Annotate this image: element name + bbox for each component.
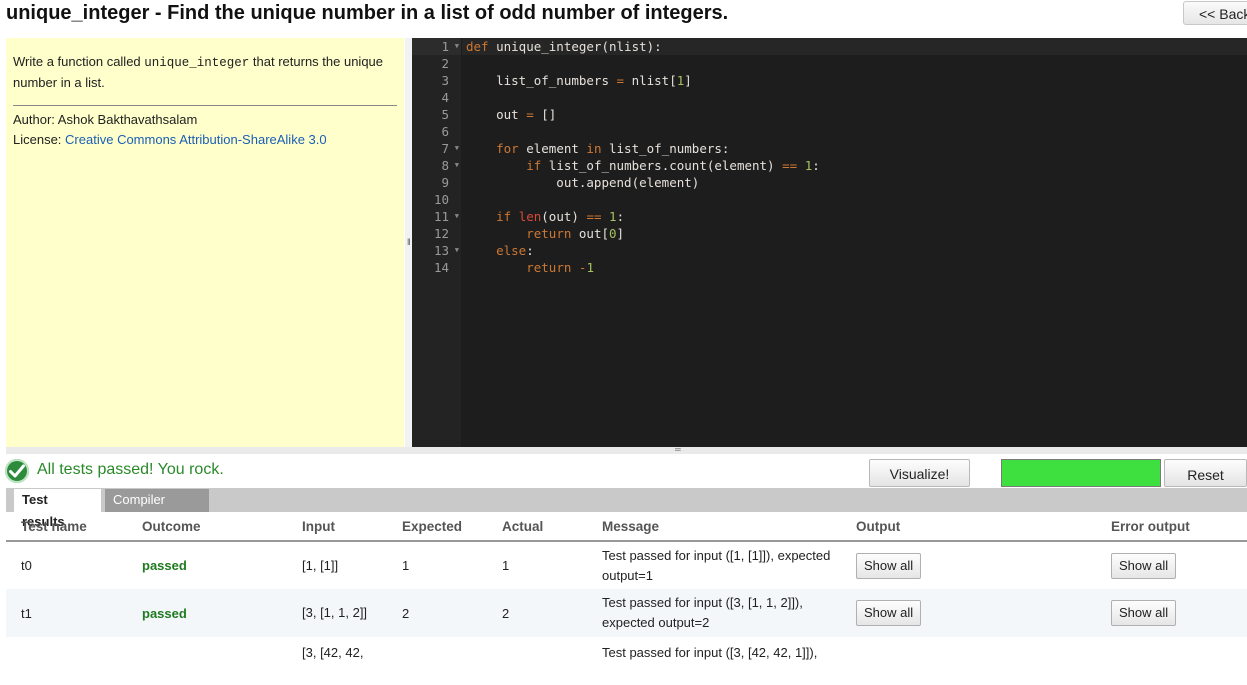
message: Test passed for input ([3, [42, 42, 1]])… — [602, 645, 818, 660]
code-line[interactable] — [462, 191, 1247, 208]
show-all-output-button[interactable]: Show all — [856, 600, 922, 626]
license-label: License: — [13, 132, 66, 147]
table-row: t0 passed [1, [1]] 1 1 Test passed for i… — [6, 541, 1247, 589]
output-cell: Show all — [841, 589, 1096, 637]
license-link[interactable]: Creative Commons Attribution-ShareAlike … — [65, 132, 327, 147]
editor-gutter: 1 ▼ 2 3 4 5 6 7 ▼ 8 ▼ 9 10 11 ▼ 12 13 ▼ 14 — [412, 38, 461, 447]
line-number: 12 — [433, 226, 449, 241]
actual: 1 — [502, 558, 510, 573]
line-number: 1 ▼ — [412, 38, 461, 55]
show-all-output-button[interactable]: Show all — [856, 552, 922, 579]
show-all-error-button[interactable]: Show all — [1111, 552, 1177, 579]
line-number: 13 ▼ — [433, 243, 459, 258]
code-line[interactable]: if list_of_numbers.count(element) == 1: — [462, 157, 1247, 174]
output-cell: Show all — [841, 541, 1096, 589]
reset-button[interactable]: Reset — [1164, 459, 1247, 487]
test-name: t1 — [21, 605, 32, 621]
check-circle-icon — [5, 459, 29, 483]
divider — [13, 105, 397, 106]
error-cell: Show all — [1096, 589, 1247, 637]
code-line[interactable] — [462, 123, 1247, 140]
header-input: Input — [287, 513, 387, 542]
description-panel: Write a function called unique_integer t… — [6, 38, 404, 447]
code-line[interactable]: return out[0] — [462, 225, 1247, 242]
output-cell — [841, 637, 1096, 685]
outcome: passed — [142, 558, 187, 573]
page-title: unique_integer - Find the unique number … — [6, 2, 729, 24]
code-line[interactable]: return -1 — [462, 259, 1247, 276]
show-all-error-button[interactable]: Show all — [1111, 600, 1177, 626]
error-cell — [1096, 637, 1247, 685]
line-number: 9 — [441, 175, 449, 190]
expected — [387, 637, 487, 685]
input: [1, [1]] — [302, 558, 339, 573]
header-message: Message — [587, 513, 841, 542]
line-number: 3 — [441, 73, 449, 88]
description-prefix: Write a function called — [13, 54, 145, 69]
outcome: passed — [142, 605, 187, 621]
tab-test-results[interactable]: Test results — [14, 489, 101, 529]
progress-bar — [1001, 459, 1161, 487]
code-line[interactable]: def unique_integer(nlist): — [462, 38, 1247, 55]
code-line[interactable] — [462, 55, 1247, 72]
author: Author: Ashok Bakthavathsalam — [13, 112, 198, 127]
code-line[interactable]: out = [] — [462, 106, 1247, 123]
line-number: 2 — [441, 56, 449, 71]
actual: 2 — [502, 605, 510, 621]
back-button[interactable]: << Back — [1183, 1, 1247, 25]
license: License: Creative Commons Attribution-Sh… — [13, 130, 397, 150]
input: [3, [1, 1, 2]] — [302, 605, 368, 620]
code-line[interactable] — [462, 89, 1247, 106]
status-message: All tests passed! You rock. — [37, 461, 224, 478]
message: Test passed for input ([1, [1]]), expect… — [602, 547, 831, 583]
horizontal-splitter[interactable] — [6, 447, 1247, 454]
line-number: 10 — [433, 192, 449, 207]
fold-arrow-icon: ▼ — [454, 42, 459, 50]
header-outcome: Outcome — [127, 513, 287, 542]
code-line[interactable]: list_of_numbers = nlist[1] — [462, 72, 1247, 89]
code-lines[interactable]: def unique_integer(nlist): list_of_numbe… — [462, 38, 1247, 276]
visualize-button[interactable]: Visualize! — [869, 459, 970, 487]
function-name: unique_integer — [144, 56, 250, 70]
table-row: [3, [42, 42, Test passed for input ([3, … — [6, 637, 1247, 685]
line-number: 14 — [433, 260, 449, 275]
message: Test passed for input ([3, [1, 1, 2]]), … — [602, 595, 803, 630]
fold-arrow-icon: ▼ — [454, 161, 459, 169]
expected: 2 — [402, 605, 410, 621]
code-line[interactable]: out.append(element) — [462, 174, 1247, 191]
tab-compiler-errors[interactable]: Compiler errors — [105, 489, 209, 529]
code-line[interactable]: if len(out) == 1: — [462, 208, 1247, 225]
test-name: t0 — [21, 558, 32, 573]
fold-arrow-icon: ▼ — [454, 212, 459, 220]
splitter-grip-icon: ═ — [675, 445, 681, 454]
line-number: 8 ▼ — [441, 158, 459, 173]
table-row: t1 passed [3, [1, 1, 2]] 2 2 Test passed… — [6, 589, 1247, 637]
header-test-name: Test name — [6, 513, 127, 542]
code-line[interactable]: for element in list_of_numbers: — [462, 140, 1247, 157]
code-editor[interactable]: 1 ▼ 2 3 4 5 6 7 ▼ 8 ▼ 9 10 11 ▼ 12 13 ▼ 14 de… — [412, 38, 1247, 447]
input: [3, [42, 42, — [302, 645, 364, 660]
results-table: Test name Outcome Input Expected Actual … — [6, 513, 1247, 685]
error-cell: Show all — [1096, 541, 1247, 589]
problem-description: Write a function called unique_integer t… — [13, 52, 397, 93]
expected: 1 — [402, 558, 410, 573]
fold-arrow-icon: ▼ — [454, 246, 459, 254]
fold-arrow-icon: ▼ — [454, 144, 459, 152]
actual — [487, 637, 587, 685]
test-name — [6, 637, 127, 685]
line-number: 4 — [441, 90, 449, 105]
header-actual: Actual — [487, 513, 587, 542]
code-line[interactable]: else: — [462, 242, 1247, 259]
splitter-grip-icon: ‖ — [407, 237, 411, 247]
header-output: Output — [841, 513, 1096, 542]
progress-fill — [1002, 460, 1160, 486]
line-number: 5 — [441, 107, 449, 122]
header-expected: Expected — [387, 513, 487, 542]
line-number: 7 ▼ — [441, 141, 459, 156]
line-number: 11 ▼ — [433, 209, 459, 224]
header-error-output: Error output — [1096, 513, 1247, 542]
line-number: 6 — [441, 124, 449, 139]
outcome — [127, 637, 287, 685]
